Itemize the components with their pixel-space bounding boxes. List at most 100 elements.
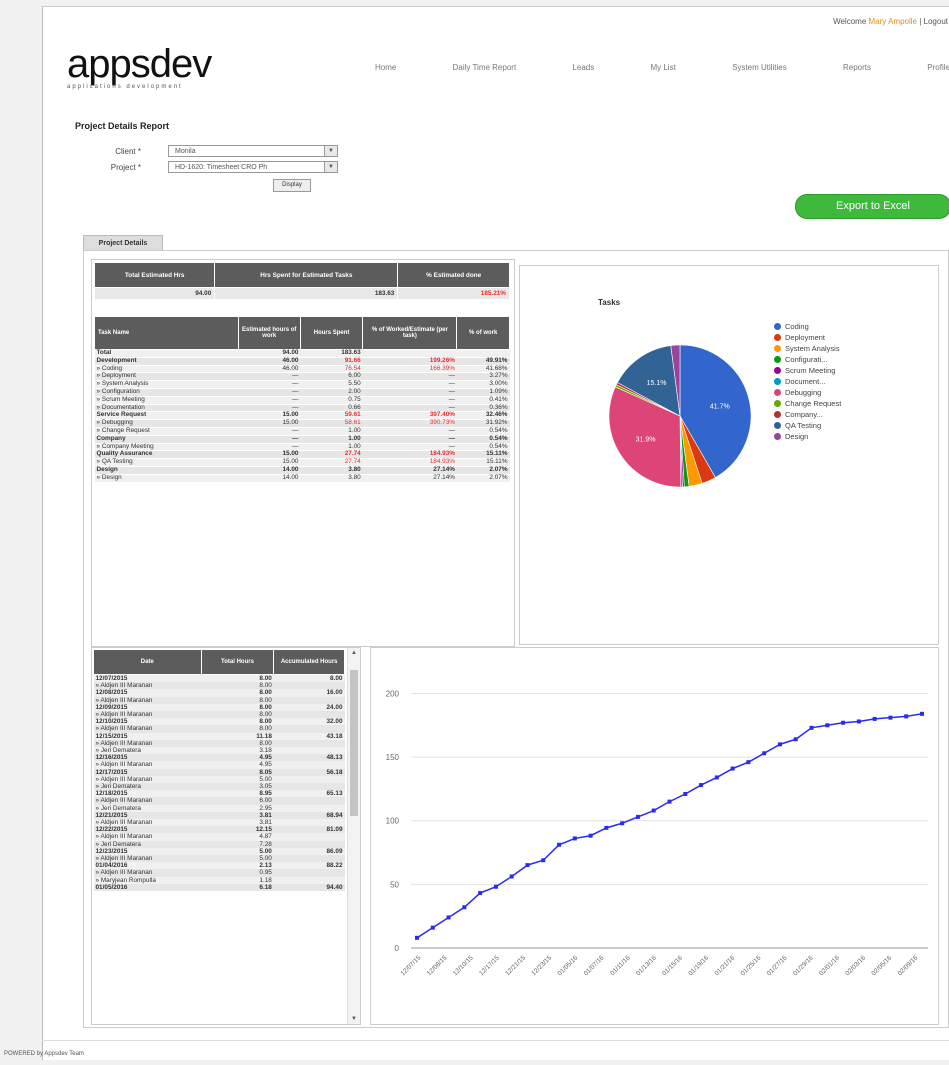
display-button[interactable]: Display (273, 179, 311, 192)
project-select[interactable]: HD-1620: Timesheet CRO Ph ▼ (168, 161, 338, 173)
table-cell: 01/05/2016 (93, 883, 202, 892)
data-point[interactable] (809, 725, 814, 730)
data-point[interactable] (683, 792, 688, 796)
logout-link[interactable]: | Logout (919, 17, 948, 26)
data-point[interactable] (415, 935, 419, 940)
data-point[interactable] (714, 775, 719, 780)
table-cell: — (362, 435, 457, 444)
data-point[interactable] (525, 863, 530, 868)
data-point[interactable] (856, 719, 861, 724)
data-point[interactable] (699, 783, 704, 788)
table-cell: 12.15 (201, 826, 274, 834)
data-point[interactable] (572, 836, 577, 841)
y-tick-label: 150 (386, 753, 400, 762)
table-row: » Jeri Dematera 2.95 (93, 804, 345, 812)
nav-daily-time-report[interactable]: Daily Time Report (453, 63, 517, 72)
data-point[interactable] (446, 915, 451, 920)
data-point[interactable] (509, 874, 514, 879)
data-point[interactable] (462, 905, 467, 910)
legend-item[interactable]: Scrum Meeting (774, 366, 858, 375)
nav-reports[interactable]: Reports (843, 63, 871, 72)
data-point[interactable] (904, 714, 909, 719)
data-point[interactable] (541, 858, 546, 863)
data-point[interactable] (730, 766, 735, 771)
data-point[interactable] (635, 814, 640, 819)
legend-item[interactable]: Debugging (774, 388, 858, 397)
legend-item[interactable]: System Analysis (774, 344, 858, 353)
dates-scrollbar[interactable]: ▲ ▼ (347, 648, 360, 1024)
table-cell (273, 739, 345, 748)
table-row: 12/23/2015 5.00 86.09 (93, 847, 345, 856)
tab-project-details[interactable]: Project Details (83, 235, 163, 251)
table-cell: 8.00 (201, 718, 274, 726)
summary-value: 183.63 (214, 287, 399, 300)
data-point[interactable] (841, 720, 846, 725)
legend-item[interactable]: Configurati... (774, 355, 858, 364)
data-point[interactable] (620, 821, 625, 826)
client-select[interactable]: Monila ▼ (168, 145, 338, 157)
table-cell: 6.18 (201, 883, 274, 892)
chevron-down-icon[interactable]: ▼ (324, 162, 337, 172)
legend-item[interactable]: QA Testing (774, 421, 858, 430)
nav-system-utilities[interactable]: System Utilities (732, 63, 787, 72)
data-point[interactable] (793, 737, 798, 742)
data-point[interactable] (493, 884, 498, 889)
chevron-down-icon[interactable]: ▼ (324, 146, 337, 156)
table-row: » Maryjean Rompulla 1.18 (93, 876, 345, 884)
data-point[interactable] (430, 925, 435, 930)
table-cell (273, 840, 345, 848)
data-point[interactable] (920, 711, 924, 716)
data-point[interactable] (746, 760, 751, 765)
data-point[interactable] (762, 751, 767, 756)
table-cell: 12/08/2015 (93, 689, 202, 697)
scroll-down-icon[interactable]: ▼ (348, 1016, 360, 1022)
table-cell: 4.95 (201, 754, 274, 762)
table-cell: » Aldjen III Maranan (93, 761, 202, 769)
data-point[interactable] (557, 842, 562, 847)
data-point[interactable] (604, 825, 609, 830)
export-to-excel-button[interactable]: Export to Excel (795, 194, 949, 219)
table-cell: 1.00 (300, 435, 363, 444)
y-tick-label: 0 (395, 944, 400, 953)
table-cell: 4.87 (201, 833, 274, 841)
user-name-link[interactable]: Mary Ampolle (869, 17, 917, 26)
legend-item[interactable]: Document... (774, 377, 858, 386)
table-cell: 390.73% (362, 419, 457, 428)
table-cell: 88.22 (273, 862, 345, 870)
legend-item[interactable]: Deployment (774, 333, 858, 342)
logo[interactable]: appsdev applications development (67, 44, 212, 90)
x-tick-label: 12/07/15 (400, 954, 423, 977)
data-point[interactable] (777, 742, 782, 747)
data-point[interactable] (588, 833, 593, 838)
table-cell (273, 804, 345, 812)
table-row: 12/22/2015 12.15 81.09 (93, 826, 345, 834)
data-point[interactable] (478, 891, 483, 896)
table-cell: 56.18 (273, 768, 345, 776)
column-header: % of Worked/Estimate (per task) (362, 316, 458, 350)
x-tick-label: 01/07/16 (583, 954, 606, 977)
legend-item[interactable]: Design (774, 432, 858, 441)
scroll-up-icon[interactable]: ▲ (348, 650, 360, 656)
data-point[interactable] (667, 799, 672, 804)
data-point[interactable] (651, 808, 656, 813)
legend-item[interactable]: Company... (774, 410, 858, 419)
data-point[interactable] (872, 716, 877, 721)
nav-home[interactable]: Home (375, 63, 396, 72)
nav-profile[interactable]: Profile (927, 63, 949, 72)
data-point[interactable] (888, 715, 893, 720)
data-point[interactable] (825, 723, 830, 728)
legend-swatch-icon (774, 356, 781, 363)
nav-leads[interactable]: Leads (572, 63, 594, 72)
table-cell: 16.00 (273, 689, 345, 697)
legend-item[interactable]: Change Request (774, 399, 858, 408)
table-row: » Jeri Dematera 3.05 (93, 783, 345, 791)
column-header: Date (93, 649, 202, 675)
summary-header: Total Estimated Hrs (93, 262, 216, 288)
y-tick-label: 200 (386, 689, 400, 698)
legend-item[interactable]: Coding (774, 322, 858, 331)
scroll-thumb[interactable] (350, 670, 358, 816)
y-tick-label: 50 (390, 880, 399, 889)
nav-my-list[interactable]: My List (650, 63, 675, 72)
legend-swatch-icon (774, 389, 781, 396)
table-cell (273, 869, 345, 877)
